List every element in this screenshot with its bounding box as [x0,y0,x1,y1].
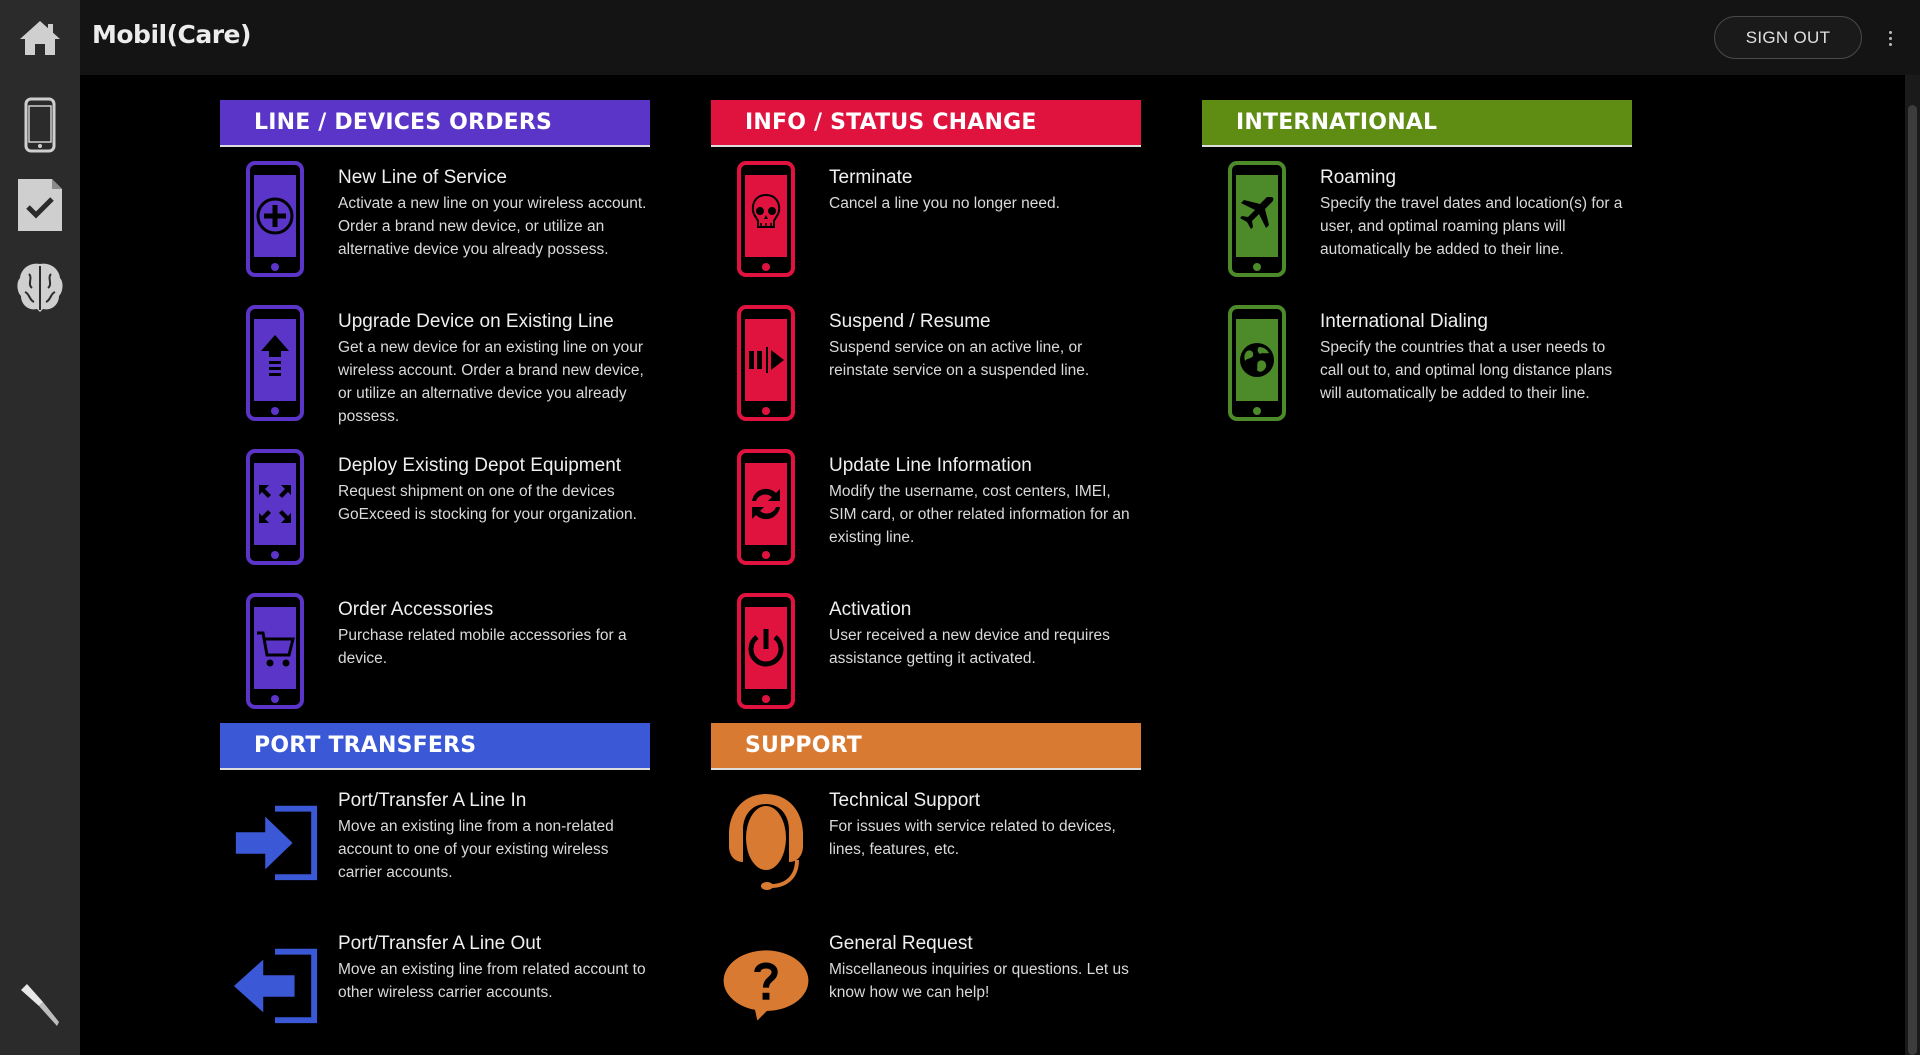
phone-airplane-icon [1228,161,1286,277]
phone-refresh-icon [737,449,795,565]
headset-icon [729,794,803,890]
card-description: Miscellaneous inquiries or questions. Le… [829,961,1129,1001]
card-roaming[interactable]: Roaming Specify the travel dates and loc… [1202,152,1632,282]
card-title: Upgrade Device on Existing Line [338,311,614,332]
checklist-icon [18,179,62,231]
card-title: Roaming [1320,167,1397,188]
card-title: Port/Transfer A Line In [338,790,527,811]
section-info-status-change: INFO / STATUS CHANGE [711,100,1141,147]
sidebar [0,0,80,1055]
card-activation[interactable]: Activation User received a new device an… [711,584,1141,714]
sign-out-button[interactable]: SIGN OUT [1714,16,1862,59]
scrollbar-thumb[interactable] [1908,105,1917,1055]
more-menu-button[interactable] [1882,24,1898,52]
card-title: Activation [829,599,912,620]
card-new-line-of-service[interactable]: New Line of Service Activate a new line … [220,152,650,282]
card-international-dialing[interactable]: International Dialing Specify the countr… [1202,296,1632,426]
card-title: Terminate [829,167,913,188]
card-description: Cancel a line you no longer need. [829,195,1060,212]
card-deploy-depot-equipment[interactable]: Deploy Existing Depot Equipment Request … [220,440,650,570]
card-order-accessories[interactable]: Order Accessories Purchase related mobil… [220,584,650,714]
scrollbar[interactable] [1905,75,1920,1055]
home-button[interactable] [0,3,80,73]
card-title: General Request [829,933,973,954]
card-title: Port/Transfer A Line Out [338,933,542,954]
screwdriver-icon [21,984,59,1026]
phone-cart-icon [246,593,304,709]
devices-button[interactable] [0,90,80,160]
card-description: Specify the countries that a user needs … [1320,339,1613,402]
section-heading: SUPPORT [711,723,1141,770]
card-technical-support[interactable]: Technical Support For issues with servic… [711,775,1141,905]
section-heading: PORT TRANSFERS [220,723,650,770]
card-description: Specify the travel dates and location(s)… [1320,195,1623,258]
section-heading: LINE / DEVICES ORDERS [220,100,650,147]
phone-icon [24,97,56,153]
section-international: INTERNATIONAL [1202,100,1632,147]
sign-in-arrow-icon [235,805,318,881]
card-port-in[interactable]: Port/Transfer A Line In Move an existing… [220,775,650,905]
card-description: User received a new device and requires … [829,627,1110,667]
card-general-request[interactable]: General Request Miscellaneous inquiries … [711,918,1141,1048]
insights-button[interactable] [0,252,80,322]
card-title: Order Accessories [338,599,494,620]
card-terminate[interactable]: Terminate Cancel a line you no longer ne… [711,152,1141,282]
tools-button[interactable] [0,970,80,1040]
card-description: Move an existing line from related accou… [338,961,646,1001]
card-description: Activate a new line on your wireless acc… [338,195,647,258]
phone-deploy-icon [246,449,304,565]
phone-upgrade-icon [246,305,304,421]
sign-out-arrow-icon [233,948,318,1024]
card-description: Modify the username, cost centers, IMEI,… [829,483,1130,546]
card-description: Get a new device for an existing line on… [338,339,644,425]
kebab-dot [1888,42,1892,46]
card-description: Purchase related mobile accessories for … [338,627,627,667]
section-heading: INFO / STATUS CHANGE [711,100,1141,147]
phone-skull-icon [737,161,795,277]
card-title: Update Line Information [829,455,1032,476]
app-logo[interactable]: Mobil(Care) [92,20,251,49]
question-bubble-icon [723,950,809,1021]
phone-add-icon [246,161,304,277]
section-line-devices-orders: LINE / DEVICES ORDERS [220,100,650,147]
card-title: International Dialing [1320,311,1488,332]
phone-power-icon [737,593,795,709]
card-port-out[interactable]: Port/Transfer A Line Out Move an existin… [220,918,650,1048]
phone-pause-play-icon [737,305,795,421]
card-description: Request shipment on one of the devices G… [338,483,637,523]
kebab-dot [1888,30,1892,34]
card-title: Deploy Existing Depot Equipment [338,455,622,476]
home-icon [20,21,60,55]
card-title: New Line of Service [338,167,507,188]
card-title: Suspend / Resume [829,311,991,332]
card-update-line-information[interactable]: Update Line Information Modify the usern… [711,440,1141,570]
section-support: SUPPORT [711,723,1141,770]
kebab-dot [1888,36,1892,40]
card-title: Technical Support [829,790,981,811]
section-port-transfers: PORT TRANSFERS [220,723,650,770]
top-bar: Mobil(Care) SIGN OUT [80,0,1920,75]
card-description: Move an existing line from a non-related… [338,818,614,881]
phone-globe-icon [1228,305,1286,421]
card-suspend-resume[interactable]: Suspend / Resume Suspend service on an a… [711,296,1141,426]
card-description: Suspend service on an active line, or re… [829,339,1090,379]
tasks-button[interactable] [0,170,80,240]
card-description: For issues with service related to devic… [829,818,1116,858]
card-upgrade-device[interactable]: Upgrade Device on Existing Line Get a ne… [220,296,650,426]
section-heading: INTERNATIONAL [1202,100,1632,147]
brain-icon [17,263,63,312]
